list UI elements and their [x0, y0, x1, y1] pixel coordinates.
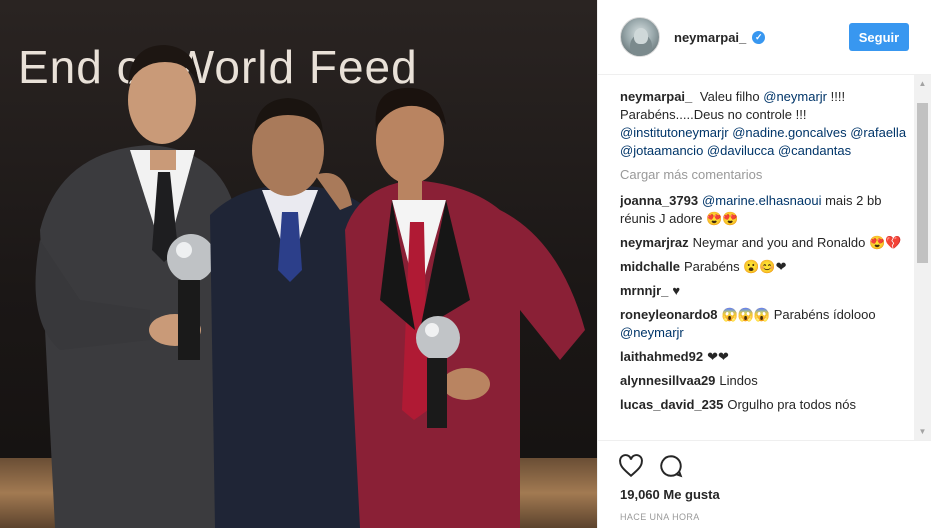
comment-text: Valeu filho [699, 89, 764, 104]
comment-row: neymarjraz Neymar and you and Ronaldo 😍💔 [620, 234, 912, 252]
comment-row: midchalle Parabéns 😮😊❤ [620, 258, 912, 276]
comment-text: ♥ [672, 283, 681, 298]
comment-row: roneyleonardo8 😱😱😱 Parabéns ídolooo @neym… [620, 306, 912, 342]
verified-badge-icon: ✓ [752, 30, 766, 44]
header-username[interactable]: neymarpai_ [674, 30, 746, 45]
comments-scrollbar[interactable]: ▲ ▼ [914, 75, 931, 440]
post-actions: 19,060 Me gusta HACE UNA HORA [598, 440, 931, 528]
post-photo[interactable]: End of World Feed [0, 0, 597, 528]
comment-username[interactable]: mrnnjr_ [620, 283, 668, 298]
comment-row: mrnnjr_ ♥ [620, 282, 912, 300]
mention-link[interactable]: @neymarjr [763, 89, 827, 104]
comment-username[interactable]: roneyleonardo8 [620, 307, 718, 322]
mention-link[interactable]: @rafaella [850, 125, 906, 140]
scroll-up-arrow-icon[interactable]: ▲ [914, 75, 931, 92]
comment-username[interactable]: laithahmed92 [620, 349, 703, 364]
comment-username[interactable]: neymarjraz [620, 235, 689, 250]
comment-username[interactable]: alynnesillvaa29 [620, 373, 715, 388]
comment-text: Lindos [719, 373, 758, 388]
likes-count[interactable]: 19,060 Me gusta [620, 487, 720, 502]
comment-text: Neymar and you and Ronaldo 😍💔 [692, 235, 902, 250]
scroll-down-arrow-icon[interactable]: ▼ [914, 423, 931, 440]
comment-text: 😱😱😱 Parabéns ídolooo [721, 307, 876, 322]
mention-link[interactable]: @marine.elhasnaoui [702, 193, 821, 208]
caption: neymarpai_ Valeu filho @neymarjr !!!! Pa… [620, 88, 912, 160]
people-illustration [35, 45, 585, 528]
mention-link[interactable]: @candantas [778, 143, 851, 158]
mention-link[interactable]: @institutoneymarjr [620, 125, 729, 140]
comment-username[interactable]: joanna_3793 [620, 193, 698, 208]
comment-text: Orgulho pra todos nós [727, 397, 856, 412]
comment-row: lucas_david_235 Orgulho pra todos nós [620, 396, 912, 414]
mention-link[interactable]: @neymarjr [620, 325, 684, 340]
mention-link[interactable]: @jotaamancio [620, 143, 703, 158]
caption-username[interactable]: neymarpai_ [620, 89, 692, 104]
post-header: neymarpai_ ✓ Seguir [598, 0, 931, 75]
mention-link[interactable]: @nadine.goncalves [732, 125, 846, 140]
post-modal: End of World Feed neymarpai_ ✓ Seguir ne… [0, 0, 931, 528]
person-right [345, 87, 585, 528]
comment-items: joanna_3793 @marine.elhasnaoui mais 2 bb … [620, 192, 912, 414]
comment-row: laithahmed92 ❤❤ [620, 348, 912, 366]
post-sidebar: neymarpai_ ✓ Seguir neymarpai_ Valeu fil… [597, 0, 931, 528]
comment-username[interactable]: lucas_david_235 [620, 397, 723, 412]
heart-icon[interactable] [618, 453, 644, 479]
comment-text: ❤❤ [707, 349, 729, 364]
scroll-thumb[interactable] [917, 103, 928, 263]
comment-row: alynnesillvaa29 Lindos [620, 372, 912, 390]
comment-icon[interactable] [658, 453, 684, 479]
avatar[interactable] [620, 17, 660, 57]
comment-username[interactable]: midchalle [620, 259, 680, 274]
load-more-comments-link[interactable]: Cargar más comentarios [620, 166, 912, 184]
comments-list: neymarpai_ Valeu filho @neymarjr !!!! Pa… [620, 88, 912, 440]
post-timestamp: HACE UNA HORA [620, 512, 700, 522]
mention-link[interactable]: @davilucca [707, 143, 774, 158]
comment-text: Parabéns 😮😊❤ [683, 259, 787, 274]
comment-row: joanna_3793 @marine.elhasnaoui mais 2 bb … [620, 192, 912, 228]
follow-button[interactable]: Seguir [849, 23, 909, 51]
